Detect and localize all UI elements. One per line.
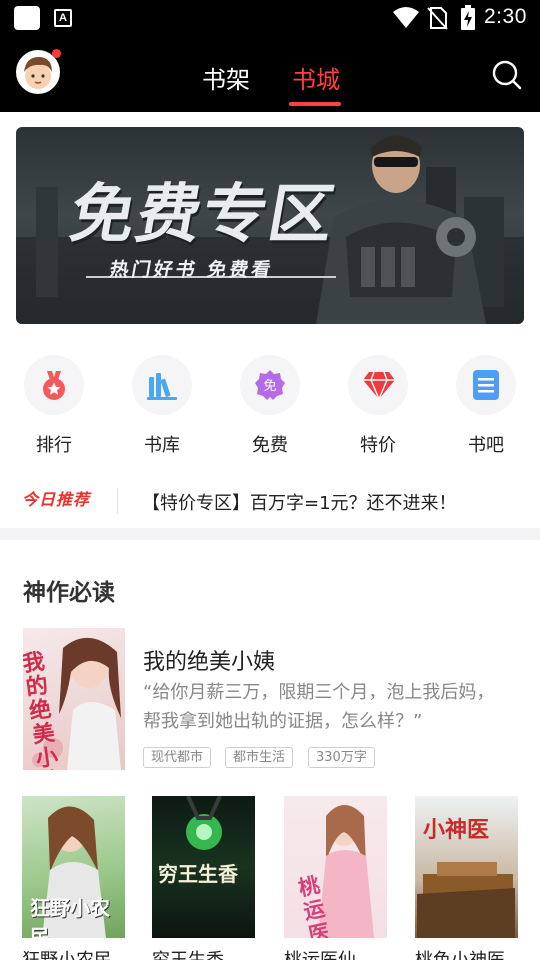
active-tab-indicator <box>289 102 341 106</box>
search-icon[interactable] <box>492 60 522 90</box>
category-ranking-circle <box>24 355 84 415</box>
category-label: 书库 <box>144 435 180 456</box>
book-cover-text: 狂野小农民 <box>30 896 110 938</box>
category-free[interactable]: 免 免费 <box>239 355 301 457</box>
avatar-face-icon <box>24 56 52 89</box>
category-label: 排行 <box>36 435 72 456</box>
app-header: 书架 书城 <box>0 36 540 112</box>
book-item[interactable]: 穷王生香 穷王生香 <box>152 796 255 960</box>
app-notification-icon <box>14 6 40 30</box>
diamond-icon <box>363 371 395 400</box>
category-forum[interactable]: 书吧 <box>455 355 517 457</box>
category-library-circle <box>132 355 192 415</box>
book-item[interactable]: 小神医 桃色小神医 <box>415 796 518 960</box>
featured-book-cover[interactable]: 我的绝美小姨 <box>23 628 125 770</box>
category-label: 书吧 <box>468 435 504 456</box>
book-tag: 现代都市 <box>143 747 212 768</box>
status-bar: A 2:30 <box>0 0 540 36</box>
free-badge-text: 免 <box>263 379 276 394</box>
book-title: 狂野小农民 <box>22 946 125 960</box>
book-item[interactable]: 桃运医仙 桃运医仙 <box>284 796 387 960</box>
book-title: 桃色小神医 <box>415 946 518 960</box>
book-cover-text: 小神医 <box>423 818 490 843</box>
book-cover-text: 穷王生香 <box>158 862 238 886</box>
book-cover: 小神医 <box>415 796 518 938</box>
daily-recommend-text[interactable]: 【特价专区】百万字=1元？还不进来！ <box>142 489 457 515</box>
section-title: 神作必读 <box>23 580 115 606</box>
no-sim-icon <box>427 7 448 30</box>
category-library[interactable]: 书库 <box>131 355 193 457</box>
tab-bookstore[interactable]: 书城 <box>292 60 340 95</box>
book-tag: 都市生活 <box>225 747 294 768</box>
book-cover: 桃运医仙 <box>284 796 387 938</box>
category-label: 特价 <box>360 435 396 456</box>
category-forum-circle <box>456 355 516 415</box>
divider <box>117 488 118 514</box>
tab-bookshelf[interactable]: 书架 <box>202 60 250 95</box>
book-title: 桃运医仙 <box>284 946 387 960</box>
wifi-icon <box>393 7 419 28</box>
book-cover: 穷王生香 <box>152 796 255 938</box>
battery-charging-icon <box>461 5 475 30</box>
daily-recommend-badge: 今日推荐 <box>22 490 91 509</box>
medal-icon <box>43 371 65 400</box>
notification-dot <box>52 49 61 58</box>
book-item[interactable]: 狂野小农民 狂野小农民 <box>22 796 125 960</box>
category-discount[interactable]: 特价 <box>347 355 409 457</box>
category-label: 免费 <box>252 435 288 456</box>
book-cover: 狂野小农民 <box>22 796 125 938</box>
book-tag: 330万字 <box>308 747 375 768</box>
category-free-circle: 免 <box>240 355 300 415</box>
document-icon <box>473 370 499 400</box>
section-separator <box>0 528 540 540</box>
free-badge-icon: 免 <box>255 370 285 400</box>
book-title: 穷王生香 <box>152 946 255 960</box>
a-icon: A <box>54 9 72 27</box>
daily-recommend-bar[interactable]: 今日推荐 【特价专区】百万字=1元？还不进来！ <box>0 478 540 522</box>
category-ranking[interactable]: 排行 <box>23 355 85 457</box>
books-icon <box>147 373 177 400</box>
featured-book-title[interactable]: 我的绝美小姨 <box>143 644 275 676</box>
category-discount-circle <box>348 355 408 415</box>
banner-subtitle: 热门好书 免费看 <box>107 259 276 281</box>
banner-title: 免费专区 <box>64 178 342 252</box>
status-time: 2:30 <box>484 5 527 28</box>
featured-book-description: “给你月薪三万，限期三个月，泡上我后妈，帮我拿到她出轨的证据，怎么样？” <box>143 682 495 732</box>
promo-banner[interactable]: 免费专区 热门好书 免费看 <box>16 127 524 324</box>
